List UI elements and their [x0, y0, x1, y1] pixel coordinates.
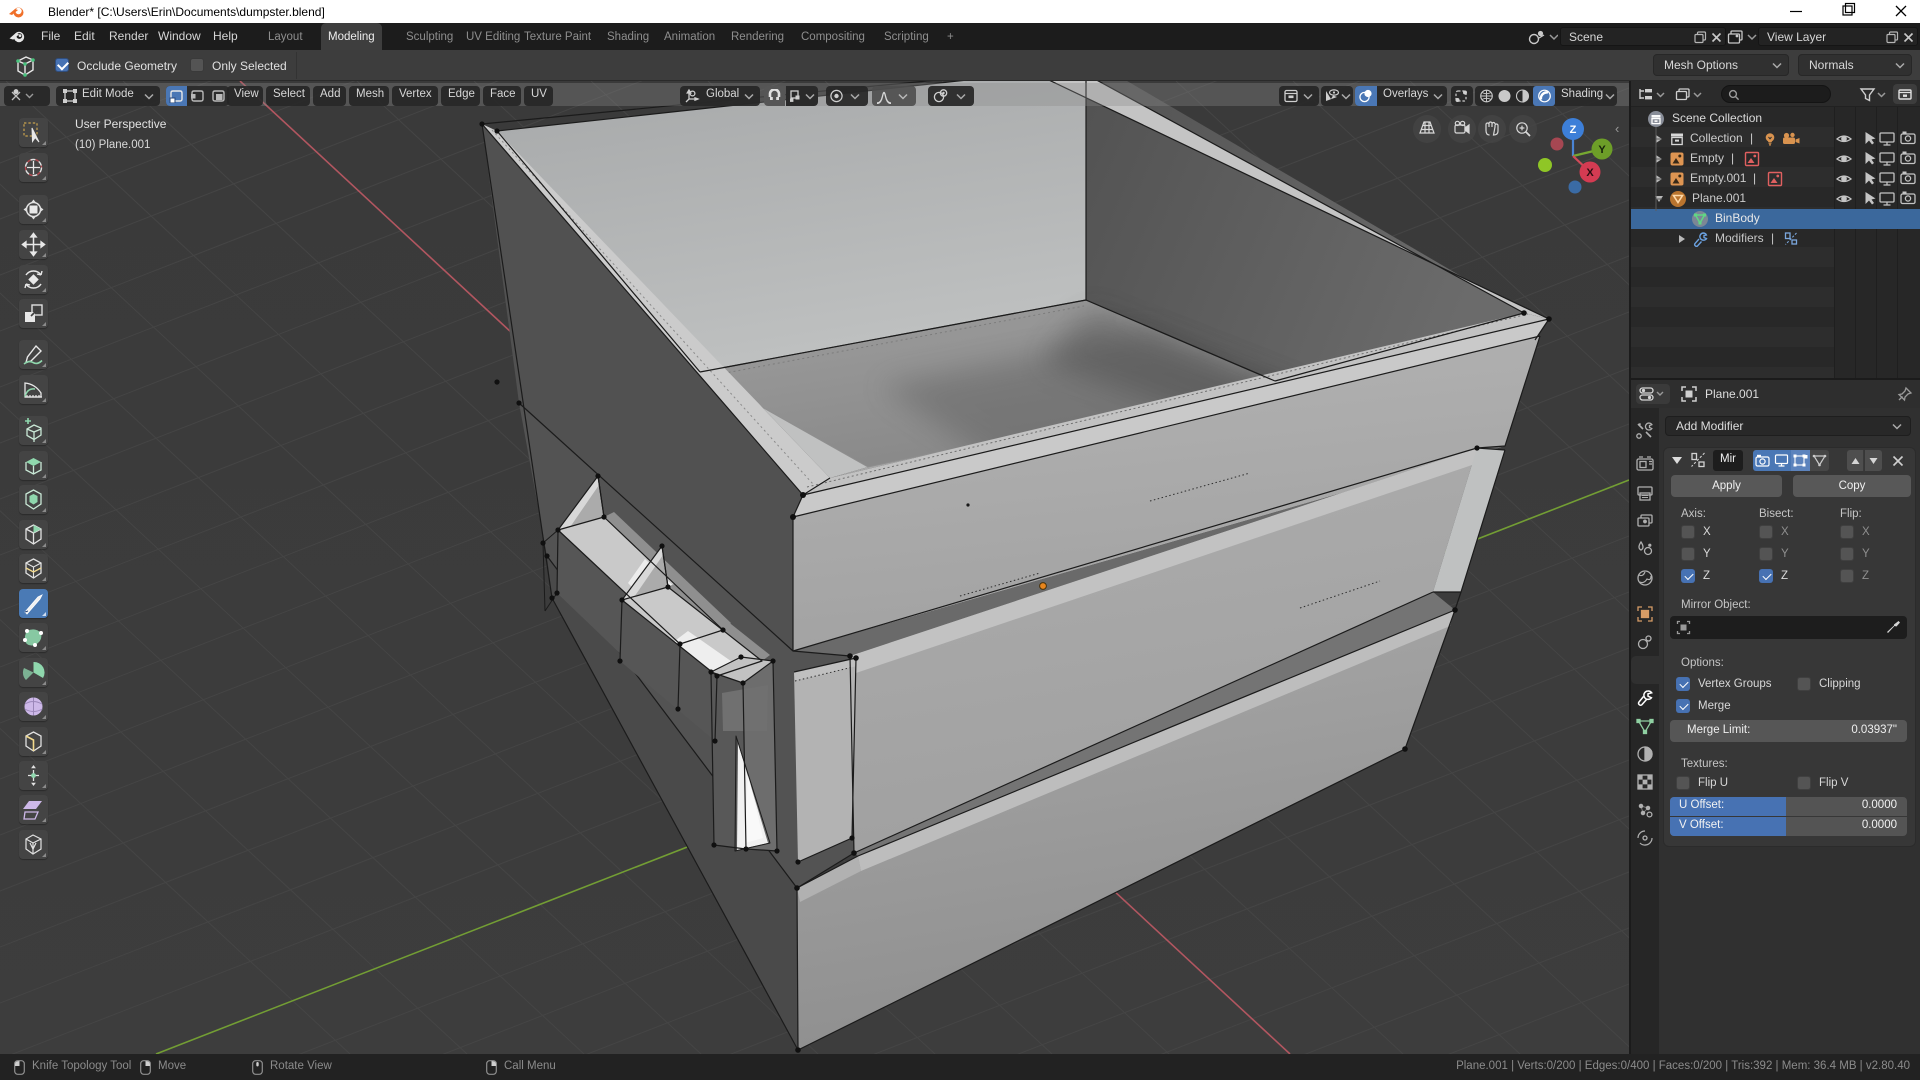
svg-text:(10) Plane.001: (10) Plane.001	[75, 139, 150, 151]
svg-text:User Perspective: User Perspective	[75, 117, 167, 131]
svg-text:‹: ‹	[1615, 121, 1619, 136]
svg-text:X: X	[1586, 167, 1594, 179]
svg-text:Y: Y	[1598, 144, 1606, 156]
svg-text:Z: Z	[1570, 124, 1577, 136]
